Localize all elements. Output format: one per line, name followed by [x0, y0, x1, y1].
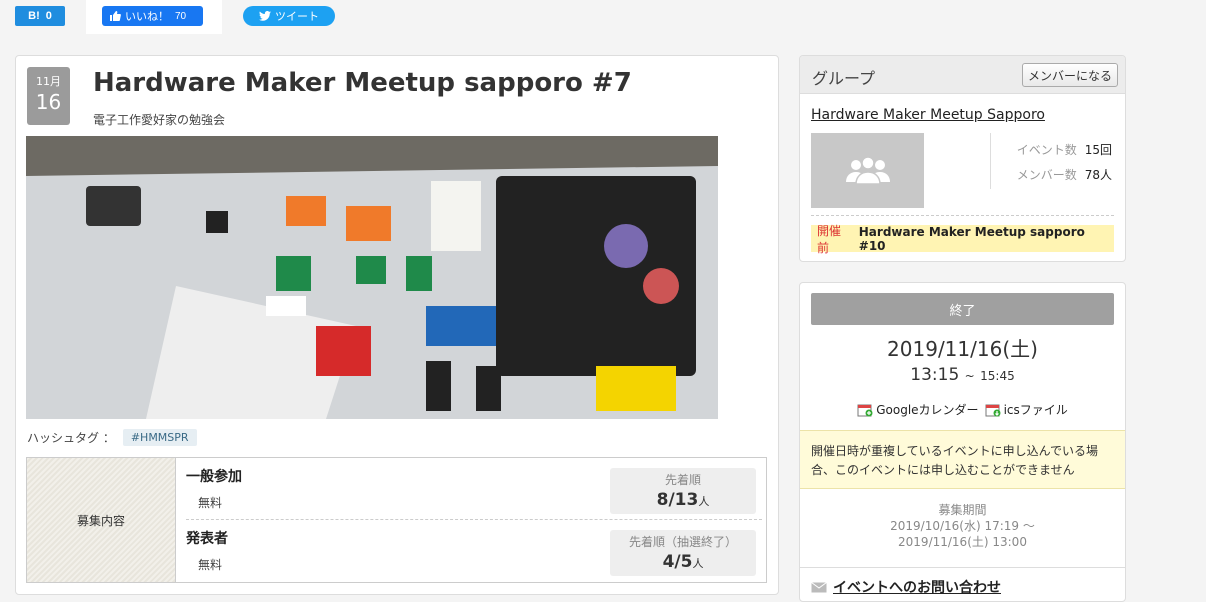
ticket-unit: 人	[698, 495, 710, 508]
hatena-label: B!	[28, 10, 40, 22]
calendar-download-icon	[985, 404, 1001, 417]
members-count-label: メンバー数	[1016, 168, 1077, 182]
next-event-banner[interactable]: 開催前 Hardware Maker Meetup sapporo #10	[811, 224, 1114, 255]
ticket-method: 先着順	[664, 473, 701, 487]
ticket-name: 発表者	[186, 531, 228, 547]
overlap-warning: 開催日時が重複しているイベントに申し込んでいる場合、このイベントには申し込むこと…	[800, 430, 1125, 489]
ticket-fee: 無料	[198, 558, 223, 572]
twitter-bird-icon	[259, 11, 271, 21]
period-start: 2019/10/16(水) 17:19 〜	[890, 519, 1035, 533]
mail-icon	[811, 581, 827, 592]
contact-row: イベントへのお問い合わせ	[811, 577, 1001, 597]
recruitment-label: 募集内容	[27, 458, 176, 582]
events-count-link[interactable]: 15回	[1085, 141, 1112, 158]
event-date: 2019/11/16(土)	[887, 337, 1038, 361]
event-end-time: 15:45	[980, 369, 1015, 383]
join-group-button[interactable]: メンバーになる	[1021, 63, 1118, 87]
tweet-label: ツイート	[275, 10, 319, 23]
ticket-fee: 無料	[198, 496, 223, 510]
period-end: 2019/11/16(土) 13:00	[898, 535, 1027, 549]
event-time-separator: ~	[964, 369, 975, 383]
events-count-label: イベント数	[1016, 143, 1077, 157]
ticket-count: 8/13	[656, 490, 699, 510]
contact-organizer-link[interactable]: イベントへのお問い合わせ	[833, 577, 1001, 597]
next-event-title[interactable]: Hardware Maker Meetup sapporo #10	[859, 225, 1114, 253]
members-count-link[interactable]: 78人	[1085, 166, 1112, 183]
group-stats: イベント数 15回 メンバー数 78人	[990, 133, 1112, 189]
tweet-button[interactable]: ツイート	[243, 6, 335, 26]
event-ended-button: 終了	[811, 293, 1114, 325]
upcoming-badge: 開催前	[817, 223, 842, 255]
recruitment-row: 一般参加 無料 先着順 8/13人	[186, 462, 762, 520]
hatena-bookmark-button[interactable]: B! 0	[15, 6, 65, 26]
event-subtitle: 電子工作愛好家の勉強会	[93, 113, 226, 127]
group-thumbnail[interactable]	[811, 133, 924, 208]
ticket-method: 先着順（抽選終了）	[628, 535, 737, 549]
ticket-capacity: 先着順 8/13人	[610, 468, 756, 514]
ticket-count: 4/5	[662, 552, 693, 572]
facebook-like-box: いいね！ 70	[86, 0, 222, 34]
group-divider	[811, 215, 1114, 216]
event-day: 16	[35, 90, 62, 114]
event-photo-image	[26, 136, 718, 419]
ics-file-link[interactable]: icsファイル	[1004, 403, 1068, 417]
event-title: Hardware Maker Meetup sapporo #7	[93, 68, 632, 98]
calendar-add-icon	[857, 404, 873, 417]
recruitment-row: 発表者 無料 先着順（抽選終了） 4/5人	[186, 524, 762, 582]
group-header-title: グループ	[812, 69, 876, 88]
hatena-count: 0	[45, 10, 52, 22]
ticket-unit: 人	[692, 557, 704, 570]
period-label: 募集期間	[938, 503, 987, 517]
google-calendar-link[interactable]: Googleカレンダー	[876, 403, 978, 417]
event-start-time: 13:15	[910, 365, 960, 385]
application-period: 募集期間 2019/10/16(水) 17:19 〜 2019/11/16(土)…	[800, 502, 1125, 550]
facebook-like-button[interactable]: いいね！ 70	[102, 6, 203, 26]
event-month: 11月	[36, 75, 61, 88]
group-header: グループ メンバーになる	[800, 56, 1125, 94]
recruitment-table: 募集内容 一般参加 無料 先着順 8/13人 発表者 無料 先着順（抽選終了） …	[26, 457, 767, 583]
event-time: 13:15 ~ 15:45	[800, 365, 1125, 385]
thumbs-up-icon	[110, 11, 121, 21]
event-date-badge: 11月 16	[27, 67, 70, 125]
facebook-like-label: いいね！	[125, 11, 169, 23]
hashtag-row: ハッシュタグ ： #HMMSPR	[27, 429, 197, 446]
facebook-like-count: 70	[175, 10, 187, 22]
hashtag-label: ハッシュタグ ：	[27, 431, 115, 445]
hashtag-link[interactable]: #HMMSPR	[122, 429, 197, 446]
group-name-link[interactable]: Hardware Maker Meetup Sapporo	[811, 107, 1045, 123]
calendar-links: Googleカレンダー icsファイル	[800, 401, 1125, 418]
event-photo	[26, 136, 718, 419]
event-card: 11月 16 Hardware Maker Meetup sapporo #7 …	[15, 55, 779, 595]
ticket-capacity: 先着順（抽選終了） 4/5人	[610, 530, 756, 576]
schedule-card: 終了 2019/11/16(土) 13:15 ~ 15:45 Googleカレン…	[799, 282, 1126, 602]
group-people-icon	[845, 155, 890, 185]
schedule-divider	[800, 567, 1125, 568]
group-card: グループ メンバーになる Hardware Maker Meetup Sappo…	[799, 55, 1126, 262]
ticket-name: 一般参加	[186, 469, 242, 485]
